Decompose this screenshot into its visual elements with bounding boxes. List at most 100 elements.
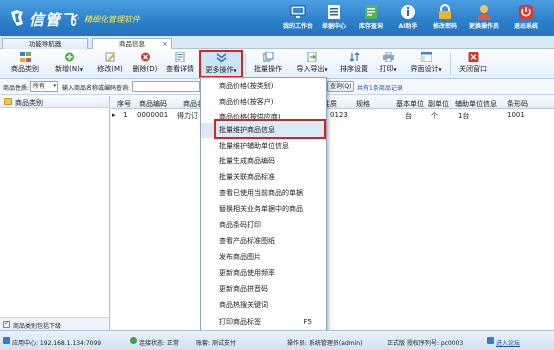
grid-header: 序号 商品编码 商品名称 性质 规格 基本单位 副单位 辅助单位信息 条形码 bbox=[111, 96, 554, 109]
menu-item-label: 批量关联商品标准 bbox=[219, 173, 275, 181]
column-header-barcode[interactable]: 条形码 bbox=[507, 99, 528, 109]
menu-item-price-by-category[interactable]: 商品价格(按类别) bbox=[201, 79, 326, 94]
header-button-switch-operator[interactable]: 更换操作员 bbox=[468, 3, 500, 33]
column-header-aux-unit[interactable]: 辅助单位信息 bbox=[455, 99, 497, 109]
chevron-down-icon: ▼ bbox=[324, 67, 328, 72]
tab-navigator[interactable]: 功能导航器 bbox=[2, 38, 88, 49]
menu-item-label: 查看产品标准图纸 bbox=[219, 237, 275, 245]
include-subcategories-checkbox[interactable] bbox=[3, 319, 10, 328]
menu-item-update-pinyin[interactable]: 更新商品拼音码 bbox=[201, 282, 326, 297]
menu-item-label: 发布商品图片 bbox=[219, 253, 261, 261]
cell-barcode: 1001 bbox=[507, 111, 525, 119]
column-header-spec[interactable]: 规格 bbox=[356, 99, 370, 109]
close-window-button[interactable]: 关闭窗口 bbox=[453, 51, 493, 78]
property-select[interactable]: 所有 ▾ bbox=[30, 81, 58, 92]
menu-item-publish-images[interactable]: 发布商品图片 bbox=[201, 250, 326, 265]
menu-item-print-label[interactable]: 打印商品标签 F5 bbox=[201, 315, 326, 330]
delete-button-label: 删除(D) bbox=[132, 65, 158, 73]
include-subcategories-row: 商品类别包括下级 bbox=[0, 317, 109, 330]
sort-icon bbox=[349, 52, 359, 62]
status-account: 账套: 测试支付 bbox=[196, 340, 236, 347]
status-app-center: 应用中心: 192.168.1.134:7099 bbox=[12, 340, 102, 347]
power-icon bbox=[519, 5, 533, 19]
menu-item-label: 更新商品拼音码 bbox=[219, 285, 268, 293]
cell-aux-unit: 1台 bbox=[458, 112, 470, 120]
header-button-workbench[interactable]: 我的工作台 bbox=[282, 3, 314, 33]
list-icon bbox=[328, 5, 340, 19]
property-select-value: 所有 bbox=[33, 83, 46, 90]
tab-product-info[interactable]: 商品信息 × bbox=[92, 38, 172, 49]
header-button-password[interactable]: 修改密码 bbox=[429, 3, 461, 33]
folder-icon bbox=[4, 98, 12, 105]
query-button[interactable]: 查询(Q) bbox=[327, 81, 355, 92]
menu-item-batch-link-standard[interactable]: 批量关联商品标准 bbox=[201, 170, 326, 185]
close-window-button-label: 关闭窗口 bbox=[459, 65, 487, 73]
header-button-label: 修改密码 bbox=[432, 23, 457, 30]
import-export-button[interactable]: 导入导出▼ bbox=[290, 51, 334, 78]
add-button[interactable]: 新增(N)▼ bbox=[49, 51, 89, 78]
ui-design-button[interactable]: 界面设计▼ bbox=[404, 51, 448, 78]
edit-button[interactable]: 修改(M) bbox=[92, 51, 128, 78]
import-export-button-label: 导入导出 bbox=[296, 65, 325, 73]
more-icon bbox=[216, 53, 226, 63]
header-button-label: 更换操作员 bbox=[468, 23, 499, 30]
search-input[interactable] bbox=[132, 81, 200, 92]
sort-settings-button[interactable]: 排序设置 bbox=[336, 51, 372, 78]
cell-index: 1 bbox=[123, 111, 128, 119]
menu-item-label: 替换相关业务单据中的商品 bbox=[219, 205, 303, 213]
menu-item-hot-keywords[interactable]: 商品热搜关键词 bbox=[201, 298, 326, 313]
header-button-documents[interactable]: 单据中心 bbox=[318, 3, 350, 33]
menu-item-label: 商品热搜关键词 bbox=[219, 301, 268, 309]
cell-code-partial: 0123 bbox=[330, 111, 348, 119]
menu-item-label: 批量生成商品编码 bbox=[219, 157, 275, 165]
highlight-annotation bbox=[214, 119, 326, 139]
delete-button[interactable]: 删除(D) bbox=[128, 51, 162, 78]
edit-button-label: 修改(M) bbox=[97, 65, 123, 73]
menu-item-price-by-customer[interactable]: 商品价格(按客户) bbox=[201, 95, 326, 110]
menu-item-batch-generate-code[interactable]: 批量生成商品编码 bbox=[201, 154, 326, 169]
more-actions-button-label: 更多操作 bbox=[205, 66, 234, 74]
header-button-ai[interactable]: AI助手 bbox=[392, 3, 424, 33]
app-header: 信管飞 · 精细化管理软件 我的工作台 单据中心 库存查询 AI助手 修改密码 … bbox=[0, 0, 554, 36]
chevron-down-icon: ▼ bbox=[393, 67, 397, 72]
column-header-code[interactable]: 商品编码 bbox=[139, 99, 167, 109]
more-actions-button[interactable]: 更多操作▼ bbox=[199, 50, 243, 78]
column-header-sub-unit[interactable]: 副单位 bbox=[428, 99, 449, 109]
row-marker: ▸ bbox=[112, 111, 116, 119]
cell-code: 0000001 bbox=[137, 111, 169, 119]
category-tree-root[interactable]: 商品类别 bbox=[0, 96, 109, 108]
menu-item-view-used-documents[interactable]: 查看已使用当前商品的单据 bbox=[201, 186, 326, 201]
category-button-label: 商品类别 bbox=[11, 65, 39, 73]
app-name: 信管飞 bbox=[29, 11, 78, 29]
connection-icon bbox=[130, 337, 137, 344]
batch-operation-button[interactable]: 批量操作 bbox=[248, 51, 288, 78]
header-button-exit[interactable]: 退出系统 bbox=[510, 3, 542, 33]
menu-item-barcode-print[interactable]: 商品条码打印 bbox=[201, 218, 326, 233]
category-icon bbox=[19, 52, 31, 62]
ui-design-button-label: 界面设计 bbox=[410, 65, 439, 73]
menu-item-update-frequency[interactable]: 更新商品使用频率 bbox=[201, 266, 326, 281]
category-button[interactable]: 商品类别 bbox=[4, 51, 46, 78]
column-header-unit[interactable]: 基本单位 bbox=[396, 99, 424, 109]
cell-name: 得力订 bbox=[177, 112, 198, 120]
menu-item-view-drawings[interactable]: 查看产品标准图纸 bbox=[201, 234, 326, 249]
document-icon bbox=[365, 5, 377, 19]
menu-item-replace-product[interactable]: 替换相关业务单据中的商品 bbox=[201, 202, 326, 217]
close-window-icon bbox=[468, 52, 478, 62]
chevron-down-icon: ▼ bbox=[233, 68, 237, 73]
menu-item-label: 更新商品使用频率 bbox=[219, 269, 275, 277]
design-icon bbox=[420, 52, 432, 62]
view-detail-button[interactable]: 查看详情 bbox=[163, 51, 197, 78]
user-icon bbox=[477, 5, 491, 20]
print-button[interactable]: 打印▼ bbox=[374, 51, 402, 78]
toolbar: 商品类别 新增(N)▼ 修改(M) 删除(D) 查看详情 更多操作▼ 批量操作 … bbox=[0, 49, 554, 79]
detail-icon bbox=[175, 52, 184, 62]
lock-icon bbox=[439, 4, 451, 19]
forum-link[interactable]: 进入论坛 bbox=[496, 338, 520, 347]
column-header-index[interactable]: 序号 bbox=[117, 99, 131, 109]
menu-item-batch-maintain-aux-unit[interactable]: 批量维护辅助单位信息 bbox=[201, 139, 326, 154]
table-row[interactable]: ▸ 1 0000001 得力订 0123 台 个 1台 1001 bbox=[111, 110, 554, 121]
close-icon[interactable]: × bbox=[162, 39, 168, 49]
header-button-inventory[interactable]: 库存查询 bbox=[355, 3, 387, 33]
import-export-icon bbox=[307, 52, 316, 62]
